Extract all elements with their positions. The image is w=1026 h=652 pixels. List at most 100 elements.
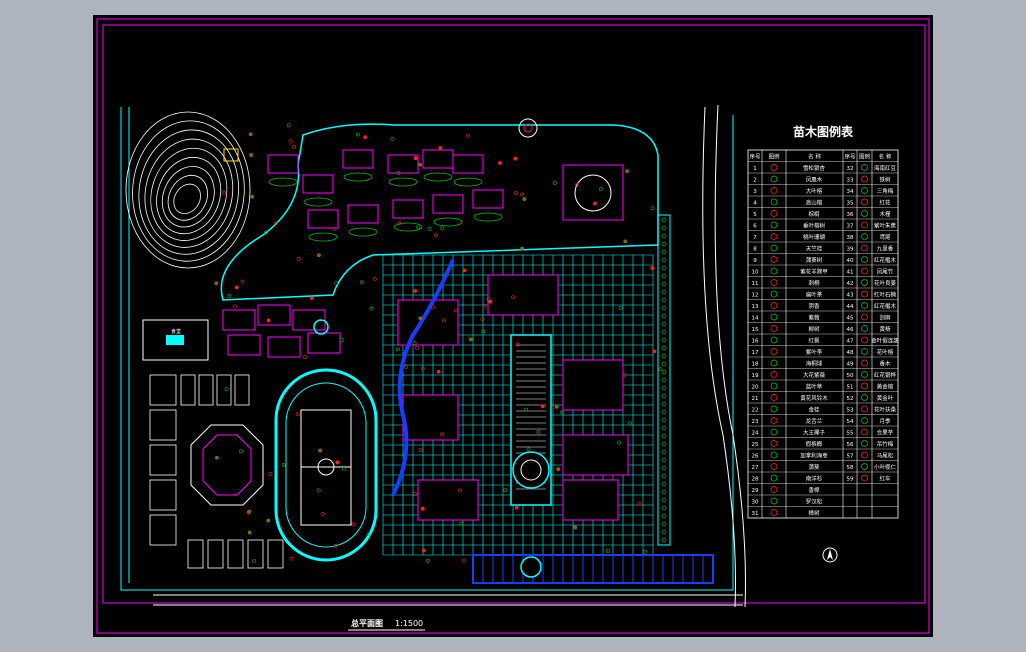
legend-plant-name: 海南红豆 [874, 164, 897, 172]
legend-index: 28 [752, 477, 759, 483]
tree-symbol [288, 139, 293, 144]
campus-building [487, 274, 559, 316]
tree-symbol [440, 226, 445, 231]
legend-plant-name: 红车 [879, 475, 891, 483]
legend-plant-name: 红花银桦 [874, 371, 897, 379]
legend-plant-name: 花叶扶桑 [874, 406, 897, 414]
tree-symbol [661, 441, 667, 447]
dorm-building [302, 174, 334, 194]
tree-symbol [214, 455, 219, 460]
legend-plant-name: 紫叶李 [806, 348, 823, 356]
tree-symbol [355, 132, 360, 137]
tree-symbol [390, 137, 395, 141]
legend-index: 18 [752, 362, 759, 368]
legend-symbol [770, 509, 778, 516]
tree-symbol [222, 191, 227, 195]
legend-symbol [861, 175, 868, 183]
legend-symbol [770, 474, 778, 482]
legend-plant-name: 桃叶珊瑚 [803, 233, 826, 241]
tree-symbol [661, 393, 667, 399]
legend-plant-name: 木槿 [879, 210, 891, 218]
legend-symbol [861, 267, 868, 275]
legend-symbol [861, 417, 868, 424]
teaching-building [257, 304, 291, 326]
tree-symbol [625, 169, 629, 174]
legend-index: 21 [752, 396, 759, 402]
legend-symbol [861, 164, 868, 171]
sports-court [149, 479, 177, 511]
legend-plant-name: 紫叶朱蕉 [874, 222, 897, 230]
tree-symbol [661, 361, 667, 367]
legend-symbol [770, 244, 778, 252]
legend-plant-name: 马尾松 [877, 452, 894, 460]
tree-symbol [369, 306, 374, 311]
tree-symbol [661, 377, 667, 383]
legend-index: 4 [753, 201, 757, 207]
tree-symbol [643, 549, 647, 554]
legend-symbol [861, 244, 868, 252]
basketball-court [227, 539, 244, 569]
legend-symbol [770, 198, 778, 206]
legend-header: 序号 [844, 153, 856, 161]
site-plan-drawing: 食堂 苗木图例表序号 图例名 称序号 图例名 称1 雪松银杏 32 海南红豆2 凤凰木 33 铁… [96, 18, 930, 634]
rotunda [574, 174, 612, 212]
legend-symbol [770, 359, 778, 367]
legend-plant-name: 紫花羊蹄甲 [800, 268, 828, 276]
tree-symbol [286, 123, 291, 128]
tree-symbol [650, 206, 655, 211]
north-gate-circle [518, 118, 538, 138]
tree-symbol [503, 488, 508, 492]
tree-symbol [418, 162, 423, 167]
tree-symbol [289, 556, 294, 561]
legend-symbol [861, 198, 868, 206]
canteen-label: 食堂 [171, 328, 181, 335]
cad-viewport[interactable]: 食堂 苗木图例表 序号 图例名 称序号 图例名 称 1 雪松银杏 32 海南红豆 2 凤凰木 33 铁… [93, 15, 933, 637]
tree-symbol [556, 467, 561, 472]
legend-index: 59 [847, 477, 854, 483]
legend-index: 45 [847, 316, 854, 322]
tree-symbol [397, 221, 402, 226]
legend-symbol [770, 440, 778, 447]
legend-header: 名 称 [808, 153, 821, 161]
legend-plant-name: 扁叶茶 [806, 291, 823, 299]
dorm-building [392, 199, 424, 219]
tree-symbol [658, 367, 663, 372]
tree-symbol [268, 472, 273, 476]
tree-symbol [233, 304, 237, 309]
legend-index: 34 [847, 189, 854, 195]
tennis-court [216, 374, 232, 406]
legend-symbol [770, 417, 778, 424]
legend-plant-name: 吊竹梅 [877, 440, 894, 448]
legend-symbol [770, 451, 778, 459]
garden-patch [473, 212, 503, 222]
garden-patch [268, 177, 298, 187]
tree-symbol [661, 409, 667, 415]
garden-patch [348, 227, 378, 237]
tree-symbol [661, 537, 667, 543]
tree-symbol [661, 465, 667, 471]
legend-symbol [770, 164, 778, 171]
legend-symbol [770, 210, 778, 217]
legend-symbol [770, 428, 778, 436]
central-fountain [512, 451, 550, 489]
legend-index: 58 [847, 465, 854, 471]
garden-patch [343, 172, 373, 182]
tree-symbol [605, 549, 610, 553]
tree-symbol [416, 225, 420, 230]
tennis-court [198, 374, 214, 406]
legend-plant-name: 金桂 [808, 406, 820, 414]
tree-symbol [436, 369, 441, 374]
tree-symbol [461, 558, 466, 563]
tree-symbol [320, 512, 325, 516]
legend-plant-name: 黄杨 [879, 325, 891, 333]
tree-symbol [661, 529, 667, 535]
legend-plant-name: 大花紫薇 [803, 371, 826, 379]
sports-court [149, 514, 177, 546]
legend-plant-name: 鸢尾 [879, 233, 891, 241]
road-east-edge [714, 104, 746, 608]
legend-plant-name: 高山榕 [806, 199, 823, 207]
legend-plant-name: 月季 [879, 417, 891, 425]
tree-symbol [552, 181, 557, 185]
legend-index: 29 [752, 488, 759, 494]
tree-symbol [513, 156, 518, 161]
